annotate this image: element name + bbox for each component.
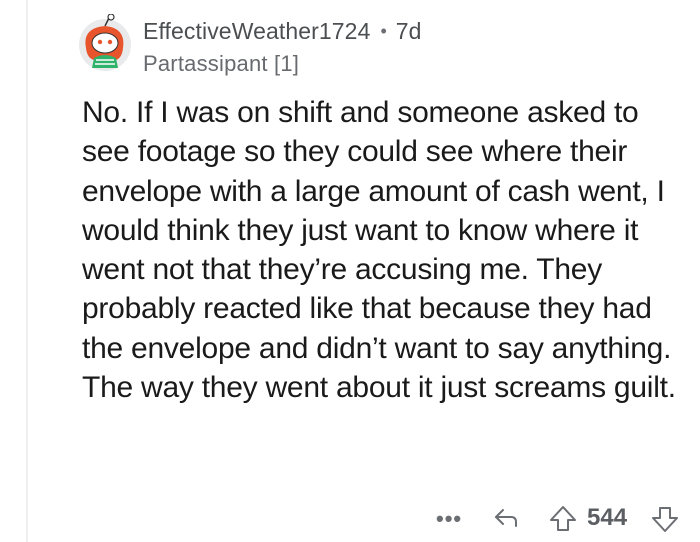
more-options-button[interactable]: ••• (436, 506, 462, 532)
vote-score: 544 (587, 504, 628, 531)
comment-header: EffectiveWeather1724 • 7d Partassipant [… (143, 15, 683, 79)
user-avatar[interactable] (76, 13, 134, 72)
meta-separator: • (380, 21, 387, 41)
thread-line (26, 0, 28, 542)
username-link[interactable]: EffectiveWeather1724 (143, 15, 370, 47)
author-row: EffectiveWeather1724 • 7d (143, 15, 683, 47)
snoo-avatar-icon (79, 13, 131, 71)
comment-age: 7d (395, 18, 422, 44)
comment-body: No. If I was on shift and someone asked … (82, 96, 676, 405)
upvote-arrow-icon[interactable] (548, 504, 578, 539)
comment-actions: ••• 544 (430, 500, 700, 536)
reply-arrow-icon[interactable] (492, 504, 520, 537)
user-flair: Partassipant [1] (143, 51, 300, 76)
downvote-arrow-icon[interactable] (650, 504, 680, 539)
